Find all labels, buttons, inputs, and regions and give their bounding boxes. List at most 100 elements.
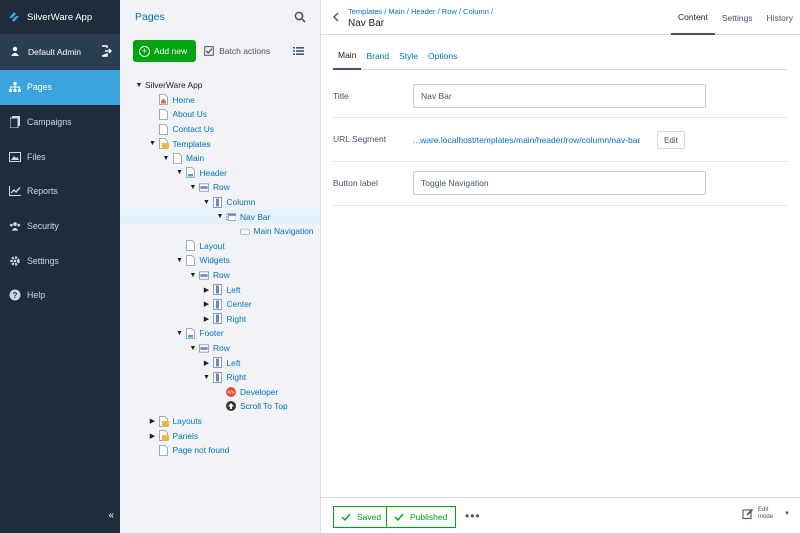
tree-node[interactable]: ▼ Row: [190, 341, 230, 356]
menu-item-settings[interactable]: Settings: [0, 243, 120, 278]
menu-item-campaigns[interactable]: Campaigns: [0, 105, 120, 140]
search-icon[interactable]: [294, 11, 306, 23]
expand-open-icon[interactable]: ▼: [189, 272, 197, 279]
menu-item-security[interactable]: Security: [0, 209, 120, 244]
tab-content[interactable]: Content: [671, 0, 715, 35]
collapse-menu-button[interactable]: «: [108, 510, 114, 521]
button-label-input[interactable]: Toggle Navigation: [413, 171, 706, 195]
batch-actions-toggle[interactable]: Batch actions: [204, 46, 270, 56]
row-icon: [199, 182, 209, 193]
chart-line-icon: [9, 185, 21, 197]
tree-node[interactable]: ▼ Column: [203, 195, 255, 210]
expand-open-icon[interactable]: ▼: [176, 330, 184, 337]
expand-open-icon[interactable]: ▼: [149, 140, 157, 147]
column-icon: [213, 298, 223, 310]
tree-node[interactable]: ▶ Right: [204, 312, 246, 327]
saved-button[interactable]: Saved: [333, 506, 391, 528]
tab-history[interactable]: History: [760, 0, 800, 35]
expand-open-icon[interactable]: ▼: [162, 155, 170, 162]
app-title: SilverWare App: [27, 11, 93, 23]
expand-open-icon[interactable]: ▼: [189, 345, 197, 352]
tree-node[interactable]: ▼ Footer: [176, 326, 224, 341]
profile-link[interactable]: Default Admin: [0, 34, 120, 70]
add-new-button[interactable]: + Add new: [133, 40, 197, 62]
expand-closed-icon[interactable]: ▶: [149, 432, 157, 440]
tree-node[interactable]: Page not found: [159, 443, 229, 458]
menu-item-files[interactable]: Files: [0, 139, 120, 174]
row-icon: [199, 343, 209, 354]
tree-node[interactable]: ▼ Templates: [149, 136, 211, 151]
back-chevron-icon[interactable]: [332, 12, 340, 22]
expand-open-icon[interactable]: ▼: [203, 374, 211, 381]
breadcrumb[interactable]: Templates / Main / Header / Row / Column…: [348, 7, 493, 16]
menu-item-pages[interactable]: Pages: [0, 70, 120, 105]
tree-node[interactable]: ▼ Row: [190, 268, 230, 283]
subtab-options[interactable]: Options: [423, 42, 462, 70]
expand-closed-icon[interactable]: ▶: [203, 359, 211, 367]
expand-closed-icon[interactable]: ▶: [203, 300, 211, 308]
title-input[interactable]: Nav Bar: [413, 84, 706, 108]
tree-node[interactable]: Main Navigation: [239, 224, 314, 239]
edit-form-panel: Templates / Main / Header / Row / Column…: [321, 0, 800, 533]
tab-settings[interactable]: Settings: [715, 0, 760, 35]
menu-list: Pages Campaigns Files Reports Security Settin…: [0, 70, 120, 313]
campaigns-icon: [9, 116, 21, 129]
tree-node-selected[interactable]: ▼ Nav Bar: [120, 209, 320, 224]
tree-node[interactable]: About Us: [159, 107, 207, 122]
form-actions: Saved Published ••• Edit mode ▼: [321, 497, 800, 533]
tree-node[interactable]: Home: [159, 93, 195, 108]
menu-item-help[interactable]: ? Help: [0, 278, 120, 313]
expand-closed-icon[interactable]: ▶: [203, 315, 211, 323]
column-icon: [213, 284, 223, 296]
title-field: Title Nav Bar: [333, 71, 787, 118]
tree-node[interactable]: Contact Us: [159, 122, 214, 137]
image-icon: [9, 151, 21, 163]
sitemap-icon: [9, 81, 21, 93]
list-view-icon[interactable]: [293, 46, 304, 56]
tree-node[interactable]: Layout: [186, 239, 225, 254]
tree-node[interactable]: ▼ Header: [176, 166, 227, 181]
tree-node[interactable]: ▼ Right: [203, 370, 246, 385]
expand-open-icon[interactable]: ▼: [189, 184, 197, 191]
url-segment-link[interactable]: ...ware.localhost/templates/main/header/…: [413, 135, 640, 145]
url-edit-button[interactable]: Edit: [657, 131, 685, 149]
expand-closed-icon[interactable]: ▶: [203, 286, 211, 294]
edit-mode-label: Edit mode: [758, 507, 774, 520]
tree-node[interactable]: ▼ Row: [190, 180, 230, 195]
edit-mode-toggle[interactable]: Edit mode ▼: [742, 507, 790, 521]
plus-circle-icon: +: [139, 45, 150, 57]
tree-node[interactable]: ▶ Center: [204, 297, 252, 312]
svg-text:?: ?: [13, 291, 18, 300]
tree-node-label: Center: [226, 299, 252, 310]
folder-page-icon: [158, 138, 169, 150]
page-icon: [159, 109, 169, 120]
tree-node[interactable]: ▶ Layouts: [150, 414, 202, 429]
expand-open-icon[interactable]: ▼: [176, 169, 184, 176]
tree-node[interactable]: ▼ Widgets: [176, 253, 230, 268]
tree-node[interactable]: ▶ Left: [204, 355, 240, 370]
tree-toolbar: + Add new Batch actions: [120, 34, 320, 68]
expand-open-icon[interactable]: ▼: [135, 82, 143, 89]
page-icon: [172, 152, 182, 164]
subtab-brand[interactable]: Brand: [361, 42, 394, 70]
tree-node[interactable]: Scroll To Top: [226, 399, 288, 414]
app-brand[interactable]: SilverWare App: [0, 0, 120, 34]
tree-node[interactable]: ▼ Main: [163, 151, 204, 166]
subtab-style[interactable]: Style: [394, 42, 423, 70]
subtab-main[interactable]: Main: [333, 42, 362, 70]
button-label-label: Button label: [333, 178, 378, 188]
expand-open-icon[interactable]: ▼: [216, 213, 224, 220]
logout-icon[interactable]: [100, 45, 112, 57]
more-options-button[interactable]: •••: [465, 509, 481, 523]
published-button[interactable]: Published: [386, 506, 457, 528]
expand-closed-icon[interactable]: ▶: [149, 417, 157, 425]
expand-open-icon[interactable]: ▼: [203, 199, 211, 206]
expand-open-icon[interactable]: ▼: [176, 257, 184, 264]
menu-item-label: Reports: [27, 186, 58, 197]
menu-item-label: Campaigns: [27, 117, 72, 128]
menu-item-reports[interactable]: Reports: [0, 174, 120, 209]
tree-node[interactable]: ▼ SilverWare App: [136, 78, 203, 93]
tree-node[interactable]: </> Developer: [226, 385, 278, 400]
tree-node[interactable]: ▶ Left: [204, 282, 240, 297]
tree-node[interactable]: ▶ Panels: [150, 428, 198, 443]
